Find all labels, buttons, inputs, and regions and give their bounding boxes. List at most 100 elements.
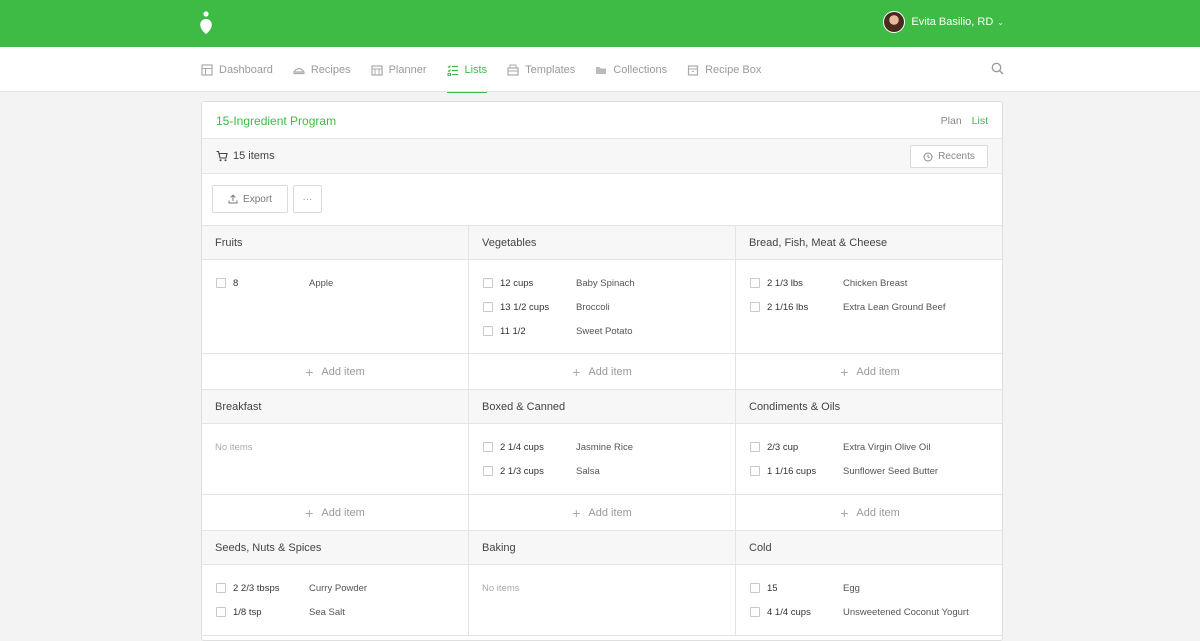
item-name[interactable]: Sea Salt: [309, 607, 345, 618]
item-name[interactable]: Broccoli: [576, 302, 610, 313]
add-item-button[interactable]: + Add item: [469, 495, 735, 531]
grocery-list-card: 15-Ingredient Program Plan List 15 items…: [201, 101, 1003, 641]
item-checkbox[interactable]: [750, 278, 760, 288]
add-item-button[interactable]: + Add item: [202, 495, 468, 531]
category-items: 8 Apple: [202, 260, 468, 354]
plus-icon: +: [572, 504, 581, 521]
item-quantity: 1/8 tsp: [233, 606, 262, 618]
nav-item-lists[interactable]: Lists: [446, 47, 487, 93]
category-title: Condiments & Oils: [736, 390, 1002, 424]
nav-item-recipes[interactable]: Recipes: [292, 47, 351, 92]
more-options-button[interactable]: ···: [293, 185, 322, 213]
item-checkbox[interactable]: [750, 583, 760, 593]
nav-bar: Dashboard Recipes Planner Lists Template…: [0, 47, 1200, 93]
add-item-button[interactable]: + Add item: [469, 354, 735, 390]
item-checkbox[interactable]: [483, 326, 493, 336]
category-breakfast: Breakfast No items + Add item: [202, 390, 469, 531]
tab-plan[interactable]: Plan: [941, 102, 962, 139]
item-name[interactable]: Chicken Breast: [843, 278, 907, 289]
upload-icon: [228, 194, 238, 204]
plus-icon: +: [305, 504, 314, 521]
item-checkbox[interactable]: [750, 466, 760, 476]
item-name[interactable]: Extra Virgin Olive Oil: [843, 442, 930, 453]
user-name: Evita Basilio, RD: [911, 16, 994, 28]
list-item: 2 1/16 lbs Extra Lean Ground Beef: [736, 295, 1002, 319]
item-name[interactable]: Unsweetened Coconut Yogurt: [843, 607, 969, 618]
list-item: 2/3 cup Extra Virgin Olive Oil: [736, 435, 1002, 459]
item-checkbox[interactable]: [483, 442, 493, 452]
item-name[interactable]: Jasmine Rice: [576, 442, 633, 453]
item-checkbox[interactable]: [483, 466, 493, 476]
item-quantity: 2 2/3 tbsps: [233, 582, 280, 594]
nav-item-collections[interactable]: Collections: [595, 47, 667, 92]
list-item: 13 1/2 cups Broccoli: [469, 295, 735, 319]
item-quantity: 11 1/2: [500, 325, 526, 337]
category-items: 12 cups Baby Spinach 13 1/2 cups Broccol…: [469, 260, 735, 354]
item-checkbox[interactable]: [483, 278, 493, 288]
item-checkbox[interactable]: [216, 583, 226, 593]
nav-item-templates[interactable]: Templates: [507, 47, 575, 92]
list-item: 2 2/3 tbsps Curry Powder: [202, 576, 468, 600]
item-checkbox[interactable]: [216, 607, 226, 617]
item-name[interactable]: Baby Spinach: [576, 278, 635, 289]
page-title: 15-Ingredient Program: [216, 114, 337, 128]
list-item: 1/8 tsp Sea Salt: [202, 600, 468, 624]
item-checkbox[interactable]: [750, 607, 760, 617]
nav-item-label: Templates: [525, 63, 576, 76]
logo-icon[interactable]: [198, 11, 214, 35]
item-name[interactable]: Salsa: [576, 466, 600, 477]
list-item: 8 Apple: [202, 271, 468, 295]
item-name[interactable]: Sweet Potato: [576, 326, 633, 337]
item-name[interactable]: Sunflower Seed Butter: [843, 466, 938, 477]
category-title: Cold: [736, 531, 1002, 565]
item-checkbox[interactable]: [216, 278, 226, 288]
dashboard-icon: [201, 63, 213, 76]
nav-item-dashboard[interactable]: Dashboard: [201, 47, 273, 92]
item-name[interactable]: Extra Lean Ground Beef: [843, 302, 945, 313]
item-quantity: 2/3 cup: [767, 441, 799, 453]
user-menu[interactable]: Evita Basilio, RD ⌄: [883, 11, 1004, 33]
recents-button[interactable]: Recents: [910, 145, 988, 168]
item-name[interactable]: Egg: [843, 583, 860, 594]
category-condiments-oils: Condiments & Oils 2/3 cup Extra Virgin O…: [736, 390, 1002, 531]
item-checkbox[interactable]: [750, 442, 760, 452]
add-item-button[interactable]: + Add item: [736, 354, 1002, 390]
folder-icon: [596, 66, 607, 74]
add-item-label: Add item: [321, 365, 365, 378]
add-item-button[interactable]: + Add item: [202, 354, 468, 390]
item-checkbox[interactable]: [483, 302, 493, 312]
add-item-button[interactable]: + Add item: [736, 495, 1002, 531]
templates-icon: [507, 64, 519, 76]
search-icon[interactable]: [991, 62, 1004, 75]
calendar-icon: [370, 64, 383, 76]
add-item-label: Add item: [856, 506, 900, 519]
chevron-down-icon: ⌄: [997, 17, 1004, 27]
item-quantity: 2 1/16 lbs: [767, 301, 809, 313]
export-button[interactable]: Export: [212, 185, 288, 213]
item-name[interactable]: Apple: [309, 278, 333, 289]
category-items: No items: [202, 424, 468, 495]
item-quantity: 12 cups: [500, 277, 534, 289]
nav-item-label: Recipe Box: [705, 63, 762, 76]
category-items: 2 2/3 tbsps Curry Powder 1/8 tsp Sea Sal…: [202, 565, 468, 636]
item-quantity: 2 1/3 cups: [500, 465, 544, 477]
tab-list[interactable]: List: [970, 102, 990, 140]
plus-icon: +: [840, 363, 849, 380]
list-item: 1 1/16 cups Sunflower Seed Butter: [736, 459, 1002, 483]
nav-item-recipe-box[interactable]: Recipe Box: [687, 47, 761, 92]
category-boxed-canned: Boxed & Canned 2 1/4 cups Jasmine Rice 2…: [469, 390, 736, 531]
category-cold: Cold 15 Egg 4 1/4 cups Unsweetened Cocon…: [736, 531, 1002, 636]
item-name[interactable]: Curry Powder: [309, 583, 367, 594]
item-quantity: 4 1/4 cups: [767, 606, 811, 618]
item-checkbox[interactable]: [750, 302, 760, 312]
plus-icon: +: [840, 504, 849, 521]
list-toolbar: Export ···: [202, 174, 1002, 226]
category-bread-fish-meat-cheese: Bread, Fish, Meat & Cheese 2 1/3 lbs Chi…: [736, 226, 1002, 390]
cart-icon: [216, 150, 228, 162]
list-item: 2 1/4 cups Jasmine Rice: [469, 435, 735, 459]
item-quantity: 2 1/3 lbs: [767, 277, 803, 289]
add-item-label: Add item: [321, 506, 365, 519]
nav-item-planner[interactable]: Planner: [370, 47, 427, 92]
item-quantity: 1 1/16 cups: [767, 465, 817, 477]
main-nav: Dashboard Recipes Planner Lists Template…: [201, 47, 781, 93]
